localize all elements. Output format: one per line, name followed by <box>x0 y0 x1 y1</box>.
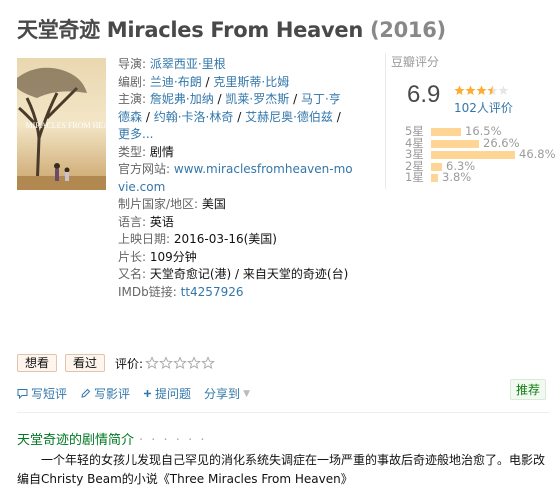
movie-year: (2016) <box>370 18 446 42</box>
movie-title: 天堂奇迹 Miracles From Heaven <box>17 18 363 42</box>
cast-link[interactable]: 约翰·卡洛·林奇 <box>154 110 234 124</box>
user-actions: 想看 看过 评价: <box>17 354 217 372</box>
genre-label: 类型: <box>118 144 147 159</box>
rating-bar-percent: 3.8% <box>442 170 472 184</box>
cast-label: 主演: <box>118 92 147 106</box>
aka-value: 天堂奇愈记(港) / 来自天堂的奇迹(台) <box>149 267 349 281</box>
movie-info: 导演: 派翠西亚·里根 编剧: 兰迪·布朗 / 克里斯蒂·比姆 主演: 詹妮弗·… <box>118 56 368 301</box>
star-icon <box>487 85 498 95</box>
website-link-cont[interactable]: vie.com <box>118 180 165 194</box>
director-label: 导演: <box>118 57 147 71</box>
rating-votes-link[interactable]: 102人评价 <box>454 99 513 116</box>
separator: / <box>145 109 150 124</box>
summary-text: 一个年轻的女孩儿发现自己罕见的消化系统失调症在一场严重的事故后奇迹般地治愈了。电… <box>17 451 550 489</box>
summary-title: 天堂奇迹的剧情简介 <box>17 433 135 448</box>
imdb-label: IMDb链接: <box>118 284 177 299</box>
recommend-button[interactable]: 推荐 <box>510 379 547 400</box>
movie-poster[interactable]: MIRACLES FROM HEAVEN <box>17 58 106 190</box>
rating-bar <box>431 162 442 171</box>
rating-bar <box>431 139 479 148</box>
language-label: 语言: <box>118 214 147 229</box>
poster-image: MIRACLES FROM HEAVEN <box>17 58 106 190</box>
separator: / <box>205 74 210 89</box>
runtime-label: 片长: <box>118 249 147 264</box>
share-dropdown[interactable]: 分享到 ▼ <box>204 385 250 402</box>
language-value: 英语 <box>149 214 174 229</box>
cast-link[interactable]: 德森 <box>118 110 142 124</box>
write-short-review-label: 写短评 <box>31 387 68 401</box>
rating-bar-percent: 46.8% <box>519 147 556 161</box>
separator: / <box>217 92 222 106</box>
comment-icon <box>17 389 28 399</box>
dropdown-arrow-icon: ▼ <box>243 388 250 399</box>
cast-link[interactable]: 马丁·亨 <box>301 92 341 106</box>
divider <box>17 412 550 413</box>
summary-paragraph: 一个年轻的女孩儿发现自己罕见的消化系统失调症在一场严重的事故后奇迹般地治愈了。电… <box>17 453 546 486</box>
page-title: 天堂奇迹 Miracles From Heaven (2016) <box>17 14 446 44</box>
writer-link[interactable]: 兰迪·布朗 <box>150 75 202 89</box>
runtime-value: 109分钟 <box>149 249 197 264</box>
cast-link[interactable]: 艾赫尼奥·德伯兹 <box>245 110 333 124</box>
plus-icon <box>144 390 152 397</box>
more-cast-link[interactable]: 更多... <box>118 127 153 141</box>
watched-button[interactable]: 看过 <box>65 354 106 372</box>
ask-question-label: 提问题 <box>155 387 192 401</box>
country-label: 制片国家/地区: <box>118 197 199 211</box>
ask-question-link[interactable]: 提问题 <box>143 385 191 402</box>
separator: / <box>293 92 298 106</box>
star-icon <box>498 85 509 95</box>
summary-dots: · · · · · · <box>139 433 207 448</box>
rating-panel: 豆瓣评分 6.9 102人评价 5星 16.5% 4星 26.6% 3星 46.8% 2星 6… <box>385 53 556 189</box>
divider <box>385 53 386 189</box>
rating-bar <box>431 128 461 136</box>
country-value: 美国 <box>201 197 226 211</box>
rating-bar <box>431 174 438 182</box>
director-link[interactable]: 派翠西亚·里根 <box>150 57 226 71</box>
write-review-link[interactable]: 写影评 <box>80 385 130 402</box>
rating-header: 豆瓣评分 <box>391 55 440 69</box>
write-short-review-link[interactable]: 写短评 <box>17 385 67 402</box>
release-value: 2016-03-16(美国) <box>173 232 277 246</box>
release-label: 上映日期: <box>118 232 171 246</box>
genre-value: 剧情 <box>149 144 174 159</box>
website-link[interactable]: www.miraclesfromheaven-mo <box>174 162 353 176</box>
cast-link[interactable]: 凯莱·罗杰斯 <box>225 92 289 106</box>
rating-score: 6.9 <box>407 81 441 108</box>
rate-label: 评价: <box>115 356 144 371</box>
website-label: 官方网站: <box>118 162 171 176</box>
writer-link[interactable]: 克里斯蒂·比姆 <box>213 75 289 89</box>
rating-bar-label: 1星 <box>405 170 424 184</box>
action-links: 写短评 写影评 提问题 分享到 ▼ <box>17 385 263 402</box>
poster-title-text: MIRACLES FROM HEAVEN <box>26 121 106 130</box>
star-icon <box>454 85 465 95</box>
star-icon <box>465 85 476 95</box>
pencil-icon <box>81 388 91 398</box>
write-review-label: 写影评 <box>94 387 131 401</box>
imdb-link[interactable]: tt4257926 <box>181 285 244 299</box>
aka-label: 又名: <box>118 267 147 281</box>
rating-bar <box>431 151 515 159</box>
want-to-watch-button[interactable]: 想看 <box>17 354 58 372</box>
summary-heading: 天堂奇迹的剧情简介 · · · · · · <box>17 429 206 448</box>
separator: / <box>336 109 341 124</box>
rate-stars[interactable] <box>145 356 217 370</box>
star-icon <box>476 85 487 95</box>
rating-bar-percent: 26.6% <box>483 135 520 150</box>
star-icons <box>454 85 509 95</box>
writer-label: 编剧: <box>118 74 147 89</box>
cast-link[interactable]: 詹妮弗·加纳 <box>150 92 214 106</box>
separator: / <box>237 109 242 124</box>
share-label: 分享到 <box>204 387 241 401</box>
empty-star-icons[interactable] <box>145 356 217 370</box>
